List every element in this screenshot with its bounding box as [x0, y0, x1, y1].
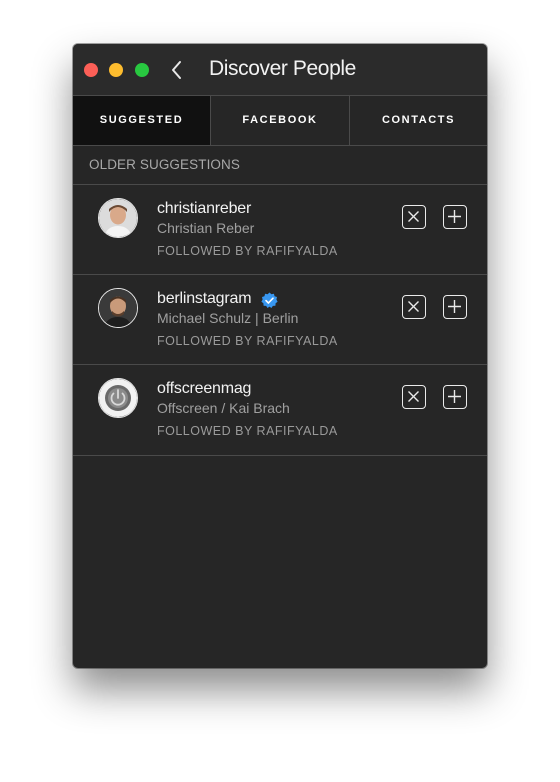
follow-button[interactable] [443, 205, 467, 229]
followed-by-text: FOLLOWED BY RAFIFYALDA [157, 424, 338, 438]
username[interactable]: berlinstagram [157, 290, 252, 308]
tab-facebook[interactable]: FACEBOOK [211, 96, 350, 145]
dismiss-button[interactable] [402, 295, 426, 319]
close-icon [408, 391, 419, 402]
list-item: offscreenmag Offscreen / Kai Brach FOLLO… [73, 365, 487, 455]
divider [73, 455, 487, 456]
follow-button[interactable] [443, 385, 467, 409]
avatar[interactable] [98, 288, 138, 328]
dismiss-button[interactable] [402, 205, 426, 229]
close-icon [408, 301, 419, 312]
section-label: OLDER SUGGESTIONS [89, 157, 240, 172]
plus-icon [448, 210, 461, 223]
page-title: Discover People [209, 57, 356, 80]
minimize-window-button[interactable] [109, 63, 123, 77]
discover-people-window: Discover People SUGGESTED FACEBOOK CONTA… [73, 44, 487, 668]
zoom-window-button[interactable] [135, 63, 149, 77]
tab-bar: SUGGESTED FACEBOOK CONTACTS [73, 96, 487, 146]
username[interactable]: christianreber [157, 200, 251, 218]
avatar[interactable] [98, 378, 138, 418]
close-icon [408, 211, 419, 222]
full-name: Offscreen / Kai Brach [157, 400, 290, 416]
full-name: Christian Reber [157, 220, 255, 236]
username[interactable]: offscreenmag [157, 380, 251, 398]
follow-button[interactable] [443, 295, 467, 319]
tab-contacts[interactable]: CONTACTS [350, 96, 487, 145]
plus-icon [448, 300, 461, 313]
chevron-left-icon[interactable] [170, 60, 184, 80]
followed-by-text: FOLLOWED BY RAFIFYALDA [157, 334, 338, 348]
close-window-button[interactable] [84, 63, 98, 77]
full-name: Michael Schulz | Berlin [157, 310, 299, 326]
followed-by-text: FOLLOWED BY RAFIFYALDA [157, 244, 338, 258]
list-item: christianreber Christian Reber FOLLOWED … [73, 185, 487, 275]
avatar[interactable] [98, 198, 138, 238]
tab-suggested[interactable]: SUGGESTED [73, 96, 211, 145]
verified-badge-icon [261, 292, 278, 308]
title-bar: Discover People [73, 44, 487, 96]
list-item: berlinstagram Michael Schulz | Berlin FO… [73, 275, 487, 365]
plus-icon [448, 390, 461, 403]
dismiss-button[interactable] [402, 385, 426, 409]
